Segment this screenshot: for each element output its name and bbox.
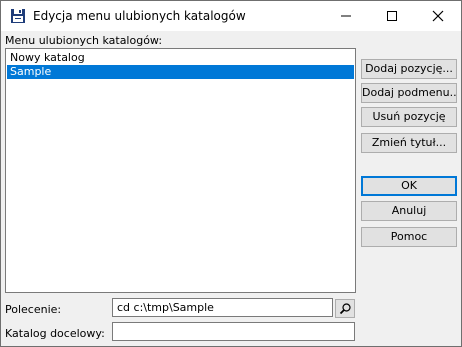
ok-button[interactable]: OK [361, 176, 457, 196]
list-item[interactable]: Nowy katalog [7, 51, 354, 65]
command-field[interactable]: cd c:\tmp\Sample [112, 298, 333, 317]
target-directory-label: Katalog docelowy: [5, 327, 105, 340]
dialog-window: Edycja menu ulubionych katalogów Menu ul… [0, 0, 462, 347]
minimize-button[interactable] [323, 1, 369, 31]
favorites-listbox[interactable]: Nowy katalog Sample [5, 48, 356, 293]
close-icon [432, 10, 444, 22]
title-bar[interactable]: Edycja menu ulubionych katalogów [1, 1, 461, 31]
window-title: Edycja menu ulubionych katalogów [33, 9, 246, 23]
cancel-button[interactable]: Anuluj [361, 201, 457, 221]
close-button[interactable] [415, 1, 461, 31]
remove-item-button[interactable]: Usuń pozycję [361, 107, 457, 127]
favorites-list-label: Menu ulubionych katalogów: [5, 34, 163, 47]
add-item-button[interactable]: Dodaj pozycję... [361, 59, 457, 79]
help-button[interactable]: Pomoc [361, 227, 457, 247]
browse-button[interactable] [335, 299, 355, 318]
magnifier-icon [339, 303, 351, 315]
maximize-button[interactable] [369, 1, 415, 31]
minimize-icon [341, 15, 351, 17]
add-submenu-button[interactable]: Dodaj podmenu... [361, 83, 457, 103]
target-directory-field[interactable] [112, 322, 355, 341]
command-label: Polecenie: [5, 303, 62, 316]
rename-button[interactable]: Zmień tytuł... [361, 133, 457, 153]
maximize-icon [387, 11, 397, 21]
floppy-disk-icon [11, 9, 25, 23]
list-item[interactable]: Sample [7, 65, 354, 79]
